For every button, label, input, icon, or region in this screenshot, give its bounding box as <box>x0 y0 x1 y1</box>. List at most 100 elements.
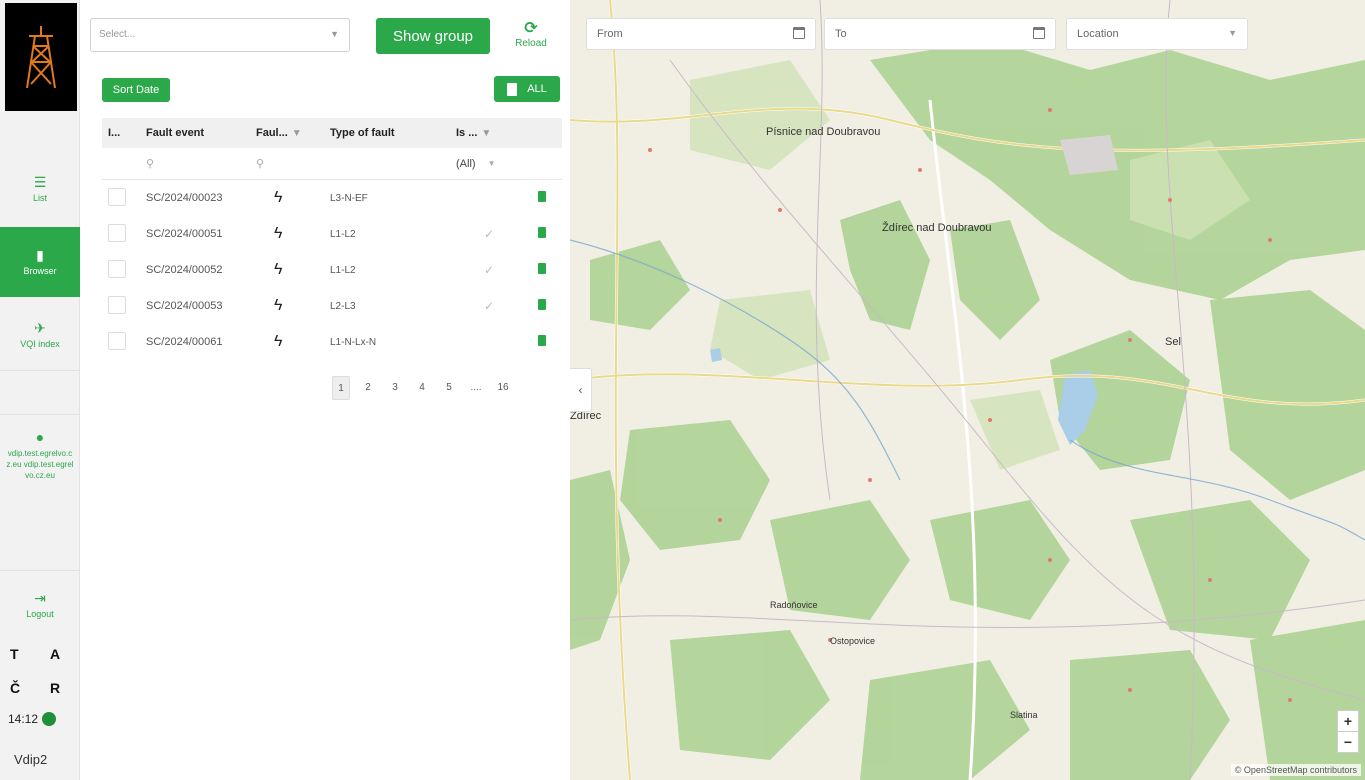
col-header-fault-label: Faul... <box>256 127 288 139</box>
app-logo[interactable] <box>5 3 77 111</box>
reload-label: Reload <box>515 38 547 49</box>
check-icon: ✓ <box>484 299 495 313</box>
trash-icon[interactable] <box>538 335 546 346</box>
sidebar-item-label: List <box>32 192 47 203</box>
row-checkbox[interactable] <box>108 295 126 314</box>
sidebar-divider <box>0 570 80 571</box>
collapse-panel-button[interactable]: ‹ <box>570 368 592 412</box>
from-date-input[interactable]: From <box>586 18 816 50</box>
sidebar-item-browser[interactable]: ▮ Browser <box>0 227 80 297</box>
delete-all-button[interactable]: ALL <box>494 76 560 102</box>
type-of-fault-cell: L1-L2 <box>330 264 356 276</box>
lightning-icon: ϟ <box>274 225 283 242</box>
lightning-icon: ϟ <box>274 189 283 206</box>
status-dot-icon <box>42 712 57 726</box>
lang-c[interactable]: Č <box>10 680 20 696</box>
fault-event-cell: SC/2024/00023 <box>146 192 223 204</box>
list-icon: ☰ <box>33 173 47 190</box>
zoom-out-button[interactable]: − <box>1337 731 1359 753</box>
fault-filter[interactable]: ⚲ <box>250 157 324 170</box>
is-filter-dropdown[interactable]: (All) ▼ <box>450 158 522 170</box>
type-of-fault-cell: L1-N-Lx-N <box>330 336 377 348</box>
logout-icon: ⇥ <box>34 589 46 606</box>
table-row[interactable]: SC/2024/00052 ϟ L1-L2 ✓ <box>102 252 562 288</box>
table-row[interactable]: SC/2024/00023 ϟ L3-N-EF <box>102 180 562 216</box>
clock-time: 14:12 <box>8 712 39 726</box>
plus-icon: + <box>1343 713 1353 729</box>
power-tower-icon <box>26 26 56 89</box>
page-16[interactable]: 16 <box>494 376 512 400</box>
table-row[interactable]: SC/2024/00053 ϟ L2-L3 ✓ <box>102 288 562 324</box>
sidebar-item-vqi-index[interactable]: ✈ VQI index <box>0 305 80 365</box>
trash-icon[interactable] <box>538 227 546 238</box>
logout-button[interactable]: ⇥ Logout <box>0 584 80 626</box>
group-select-placeholder: Select... <box>99 29 136 40</box>
trash-icon[interactable] <box>538 299 546 310</box>
search-icon: ⚲ <box>256 158 265 170</box>
sidebar-item-user[interactable]: ● vdip.test.egrelvo.cz.eu vdip.test.egre… <box>0 430 80 560</box>
sidebar-item-list[interactable]: ☰ List <box>0 158 80 220</box>
refresh-icon: ⟳ <box>524 20 538 37</box>
calendar-icon[interactable] <box>1033 27 1045 39</box>
fault-panel: Select... ▼ Show group ⟳ Reload Sort Dat… <box>80 0 570 780</box>
check-icon: ✓ <box>484 263 495 277</box>
filter-icon[interactable]: ▼ <box>481 128 491 139</box>
clock: 14:12 <box>8 712 57 726</box>
page-4[interactable]: 4 <box>413 376 431 400</box>
map-attribution[interactable]: © OpenStreetMap contributors <box>1230 764 1361 776</box>
trash-icon[interactable] <box>538 191 546 202</box>
sidebar: ☰ List ▮ Browser ✈ VQI index ● vdip.test… <box>0 0 80 780</box>
page-3[interactable]: 3 <box>386 376 404 400</box>
group-select[interactable]: Select... ▼ <box>90 18 350 52</box>
sidebar-item-label: Browser <box>23 265 57 276</box>
sort-date-button[interactable]: Sort Date <box>102 78 170 102</box>
trash-icon[interactable] <box>538 263 546 274</box>
lightning-icon: ϟ <box>274 261 283 278</box>
zoom-in-button[interactable]: + <box>1337 710 1359 732</box>
col-header-fault-event[interactable]: Fault event <box>140 127 250 139</box>
row-checkbox[interactable] <box>108 259 126 278</box>
row-checkbox[interactable] <box>108 223 126 242</box>
location-select[interactable]: Location ▼ <box>1066 18 1248 50</box>
check-icon <box>456 191 484 205</box>
chevron-down-icon: ▼ <box>1228 28 1237 38</box>
filter-icon[interactable]: ▼ <box>292 128 302 139</box>
col-header-fault[interactable]: Faul... ▼ <box>250 127 324 139</box>
lang-a[interactable]: A <box>50 646 60 662</box>
col-header-id[interactable]: I... <box>102 127 140 139</box>
type-of-fault-cell: L3-N-EF <box>330 192 368 204</box>
pulse-icon: ✈ <box>34 319 46 336</box>
fault-event-cell: SC/2024/00053 <box>146 300 223 312</box>
sidebar-divider <box>0 414 80 415</box>
row-checkbox[interactable] <box>108 331 126 350</box>
table-row[interactable]: SC/2024/00061 ϟ L1-N-Lx-N <box>102 324 562 360</box>
user-icon: ● <box>35 429 45 445</box>
type-of-fault-cell: L1-L2 <box>330 228 356 240</box>
lightning-icon: ϟ <box>274 333 283 350</box>
col-header-is[interactable]: Is ... ▼ <box>450 127 522 139</box>
from-date-placeholder: From <box>597 28 623 40</box>
check-icon: ✓ <box>484 227 495 241</box>
map-label: Ždírec nad Doubravou <box>882 222 992 234</box>
to-date-input[interactable]: To <box>824 18 1056 50</box>
to-date-placeholder: To <box>835 28 847 40</box>
lang-t[interactable]: T <box>10 646 19 662</box>
fault-event-filter[interactable]: ⚲ <box>140 157 250 170</box>
map-view[interactable]: Písnice nad Doubravou Ždírec nad Doubrav… <box>570 0 1365 780</box>
logout-label: Logout <box>26 608 54 619</box>
table-row[interactable]: SC/2024/00051 ϟ L1-L2 ✓ <box>102 216 562 252</box>
app-root: ☰ List ▮ Browser ✈ VQI index ● vdip.test… <box>0 0 1365 780</box>
page-1[interactable]: 1 <box>332 376 350 400</box>
fault-event-cell: SC/2024/00052 <box>146 264 223 276</box>
page-2[interactable]: 2 <box>359 376 377 400</box>
reload-button[interactable]: ⟳ Reload <box>506 18 556 49</box>
chevron-left-icon: ‹ <box>578 383 583 397</box>
lang-r[interactable]: R <box>50 680 60 696</box>
page-5[interactable]: 5 <box>440 376 458 400</box>
map-tiles <box>570 0 1365 780</box>
col-header-type-of-fault[interactable]: Type of fault <box>324 127 450 139</box>
show-group-button[interactable]: Show group <box>376 18 490 54</box>
row-checkbox[interactable] <box>108 187 126 206</box>
calendar-icon[interactable] <box>793 27 805 39</box>
chevron-down-icon: ▼ <box>330 29 339 39</box>
